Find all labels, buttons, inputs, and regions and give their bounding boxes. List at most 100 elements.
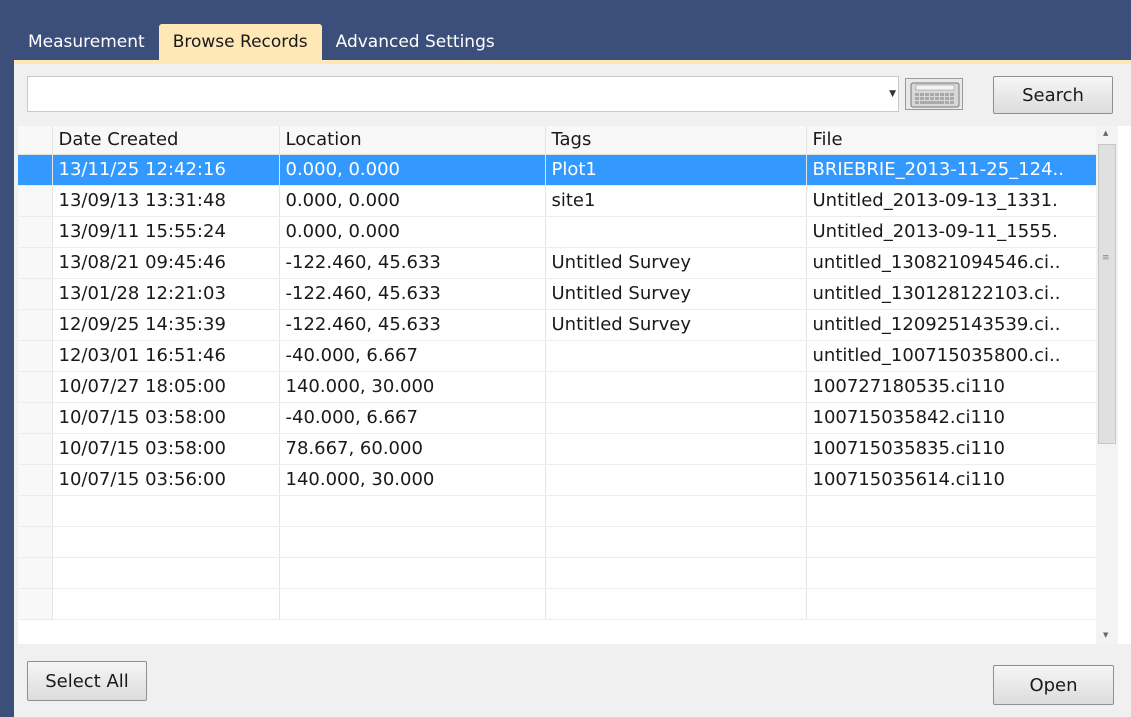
cell-date-created: 13/09/11 15:55:24 (52, 216, 280, 248)
row-header[interactable] (18, 433, 53, 465)
row-header (18, 526, 53, 558)
select-all-button[interactable]: Select All (27, 661, 147, 701)
grip-icon: ≡ (1102, 253, 1110, 263)
row-header[interactable] (18, 216, 53, 248)
cell-date-created: 13/08/21 09:45:46 (52, 247, 280, 279)
empty-cell (545, 526, 807, 558)
search-combobox[interactable]: ▼ (27, 76, 899, 112)
empty-cell (279, 526, 546, 558)
cell-date-created: 10/07/27 18:05:00 (52, 371, 280, 403)
cell-file: untitled_130128122103.ci.. (806, 278, 1100, 310)
keyboard-button[interactable] (905, 78, 963, 110)
browse-records-panel: ▼ Search Date Created Location Tags File… (14, 60, 1131, 717)
cell-tags: Plot1 (545, 154, 807, 186)
empty-cell (806, 495, 1100, 527)
cell-file: 100715035614.ci110 (806, 464, 1100, 496)
tab-advanced-settings[interactable]: Advanced Settings (322, 24, 509, 60)
cell-file: BRIEBRIE_2013-11-25_124.. (806, 154, 1100, 186)
cell-date-created: 12/09/25 14:35:39 (52, 309, 280, 341)
vertical-scrollbar[interactable]: ▲ ≡ ▼ (1096, 126, 1118, 644)
table-row[interactable]: 10/07/15 03:58:00 78.667, 60.000 100715035… (18, 433, 1100, 465)
row-header[interactable] (18, 402, 53, 434)
row-header[interactable] (18, 464, 53, 496)
cell-date-created: 10/07/15 03:56:00 (52, 464, 280, 496)
cell-date-created: 13/09/13 13:31:48 (52, 185, 280, 217)
chevron-down-icon[interactable]: ▼ (889, 89, 896, 99)
empty-cell (52, 557, 280, 589)
empty-cell (545, 588, 807, 620)
table-row[interactable]: 13/09/11 15:55:24 0.000, 0.000 Untitled_20… (18, 216, 1100, 248)
search-button[interactable]: Search (993, 76, 1113, 114)
cell-file: untitled_120925143539.ci.. (806, 309, 1100, 341)
cell-location: -122.460, 45.633 (279, 278, 546, 310)
empty-cell (279, 557, 546, 589)
table-row[interactable]: 13/09/13 13:31:48 0.000, 0.000 site1 Untitl… (18, 185, 1100, 217)
table-row[interactable]: 10/07/15 03:56:00 140.000, 30.000 10071503… (18, 464, 1100, 496)
empty-cell (806, 588, 1100, 620)
cell-tags: Untitled Survey (545, 278, 807, 310)
table-row[interactable]: 13/01/28 12:21:03 -122.460, 45.633 Untitle… (18, 278, 1100, 310)
table-row[interactable]: 12/09/25 14:35:39 -122.460, 45.633 Untitle… (18, 309, 1100, 341)
tab-browse-records[interactable]: Browse Records (158, 24, 322, 60)
cell-tags: site1 (545, 185, 807, 217)
cell-location: 78.667, 60.000 (279, 433, 546, 465)
empty-table-row (18, 557, 1100, 589)
table-row[interactable]: 13/11/25 12:42:16 0.000, 0.000 Plot1 BRIEBR… (18, 154, 1100, 186)
cell-location: 140.000, 30.000 (279, 464, 546, 496)
column-header-date-created[interactable]: Date Created (52, 126, 280, 155)
search-row: ▼ Search (27, 76, 1117, 116)
table-row[interactable]: 13/08/21 09:45:46 -122.460, 45.633 Untitle… (18, 247, 1100, 279)
cell-date-created: 13/11/25 12:42:16 (52, 154, 280, 186)
row-header[interactable] (18, 371, 53, 403)
row-header[interactable] (18, 247, 53, 279)
column-header-location[interactable]: Location (279, 126, 546, 155)
row-header[interactable] (18, 309, 53, 341)
row-header[interactable] (18, 340, 53, 372)
cell-location: -40.000, 6.667 (279, 340, 546, 372)
cell-date-created: 10/07/15 03:58:00 (52, 402, 280, 434)
scroll-up-icon[interactable]: ▲ (1103, 129, 1108, 137)
empty-cell (545, 495, 807, 527)
cell-tags (545, 371, 807, 403)
cell-location: 0.000, 0.000 (279, 185, 546, 217)
row-header[interactable] (18, 185, 53, 217)
cell-tags (545, 464, 807, 496)
table-header-row: Date Created Location Tags File (18, 126, 1100, 155)
cell-date-created: 13/01/28 12:21:03 (52, 278, 280, 310)
cell-location: 140.000, 30.000 (279, 371, 546, 403)
row-header (18, 557, 53, 589)
scroll-down-icon[interactable]: ▼ (1103, 631, 1108, 639)
cell-tags (545, 433, 807, 465)
column-header-file[interactable]: File (806, 126, 1100, 155)
empty-cell (52, 495, 280, 527)
keyboard-icon (910, 82, 960, 108)
empty-table-row (18, 526, 1100, 558)
empty-cell (52, 588, 280, 620)
cell-date-created: 12/03/01 16:51:46 (52, 340, 280, 372)
cell-tags: Untitled Survey (545, 247, 807, 279)
column-header-tags[interactable]: Tags (545, 126, 807, 155)
row-header[interactable] (18, 278, 53, 310)
cell-file: 100715035835.ci110 (806, 433, 1100, 465)
empty-table-row (18, 588, 1100, 620)
tab-measurement[interactable]: Measurement (14, 24, 159, 60)
table-row[interactable]: 12/03/01 16:51:46 -40.000, 6.667 untitled_… (18, 340, 1100, 372)
open-button[interactable]: Open (993, 665, 1114, 705)
row-header[interactable] (18, 154, 53, 186)
table-row[interactable]: 10/07/15 03:58:00 -40.000, 6.667 100715035… (18, 402, 1100, 434)
cell-file: untitled_100715035800.ci.. (806, 340, 1100, 372)
scrollbar-thumb[interactable] (1098, 144, 1116, 444)
cell-date-created: 10/07/15 03:58:00 (52, 433, 280, 465)
cell-location: -40.000, 6.667 (279, 402, 546, 434)
app-window: Measurement Browse Records Advanced Sett… (0, 0, 1131, 717)
empty-table-row (18, 495, 1100, 527)
empty-cell (806, 526, 1100, 558)
tab-bar: Measurement Browse Records Advanced Sett… (14, 22, 1117, 60)
row-header (18, 588, 53, 620)
cell-file: 100715035842.ci110 (806, 402, 1100, 434)
table-row[interactable]: 10/07/27 18:05:00 140.000, 30.000 10072718… (18, 371, 1100, 403)
empty-cell (806, 557, 1100, 589)
cell-location: -122.460, 45.633 (279, 309, 546, 341)
cell-file: Untitled_2013-09-11_1555. (806, 216, 1100, 248)
cell-tags (545, 402, 807, 434)
